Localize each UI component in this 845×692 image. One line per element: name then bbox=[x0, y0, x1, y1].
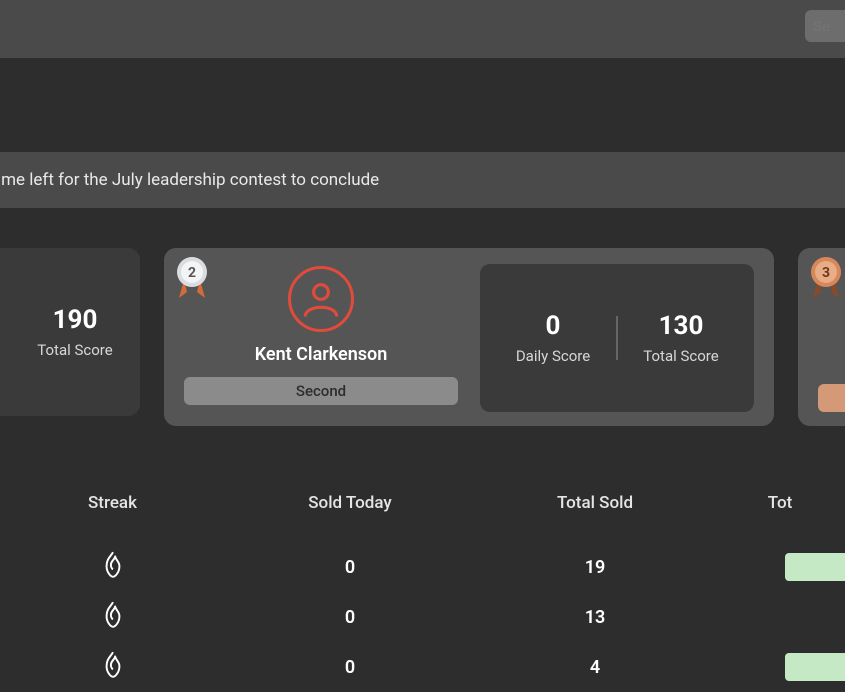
total-score-block: 190 Total Score bbox=[20, 305, 130, 359]
leader-card-featured: 2 Kent Clarkenson Second 0 Daily Score 1… bbox=[164, 248, 774, 426]
daily-score-label: Daily Score bbox=[490, 347, 616, 365]
rank-pill: Second bbox=[184, 377, 458, 405]
table-header: Streak Sold Today Total Sold Tot bbox=[0, 478, 845, 528]
profile-block: Kent Clarkenson Second bbox=[184, 264, 458, 412]
medal-icon: 3 bbox=[808, 256, 844, 300]
status-chip bbox=[785, 653, 845, 681]
leaderboard-cards: 190 Total Score 2 Kent Clarkenson Second… bbox=[0, 248, 755, 426]
search-input[interactable] bbox=[805, 10, 845, 42]
total-score-value: 130 bbox=[618, 311, 744, 341]
header-spacer bbox=[0, 58, 845, 152]
flame-icon bbox=[0, 550, 225, 584]
total-score-label: Total Score bbox=[20, 341, 130, 359]
header-tot: Tot bbox=[715, 493, 845, 513]
header-streak: Streak bbox=[0, 493, 225, 513]
total-score-label: Total Score bbox=[618, 347, 744, 365]
avatar bbox=[288, 266, 354, 332]
header-sold-today: Sold Today bbox=[225, 493, 475, 513]
score-pair: 0 Daily Score 130 Total Score bbox=[480, 264, 754, 412]
table-row: 0 4 bbox=[0, 642, 845, 692]
sold-today-value: 0 bbox=[225, 607, 475, 628]
sold-today-value: 0 bbox=[225, 557, 475, 578]
stats-table: Streak Sold Today Total Sold Tot 0 19 0 … bbox=[0, 478, 845, 692]
rank-pill-partial bbox=[818, 384, 845, 412]
sold-today-value: 0 bbox=[225, 657, 475, 678]
total-score-value: 190 bbox=[20, 305, 130, 335]
table-row: 0 19 bbox=[0, 542, 845, 592]
daily-score-block: 0 Daily Score bbox=[490, 311, 616, 365]
svg-text:3: 3 bbox=[822, 265, 830, 281]
profile-name: Kent Clarkenson bbox=[255, 344, 388, 365]
total-sold-value: 13 bbox=[475, 607, 715, 628]
table-row: 0 13 bbox=[0, 592, 845, 642]
medal-icon: 2 bbox=[174, 256, 210, 300]
leader-card-first: 190 Total Score bbox=[0, 248, 140, 416]
flame-icon bbox=[0, 600, 225, 634]
total-sold-value: 4 bbox=[475, 657, 715, 678]
daily-score-value: 0 bbox=[490, 311, 616, 341]
total-sold-value: 19 bbox=[475, 557, 715, 578]
svg-text:2: 2 bbox=[188, 265, 196, 281]
leader-card-third: 3 bbox=[798, 248, 845, 426]
total-score-block: 130 Total Score bbox=[618, 311, 744, 365]
header-total-sold: Total Sold bbox=[475, 493, 715, 513]
flame-icon bbox=[0, 650, 225, 684]
status-chip bbox=[785, 553, 845, 581]
top-bar bbox=[0, 0, 845, 58]
contest-banner: ime left for the July leadership contest… bbox=[0, 152, 845, 208]
banner-text: ime left for the July leadership contest… bbox=[0, 170, 379, 190]
